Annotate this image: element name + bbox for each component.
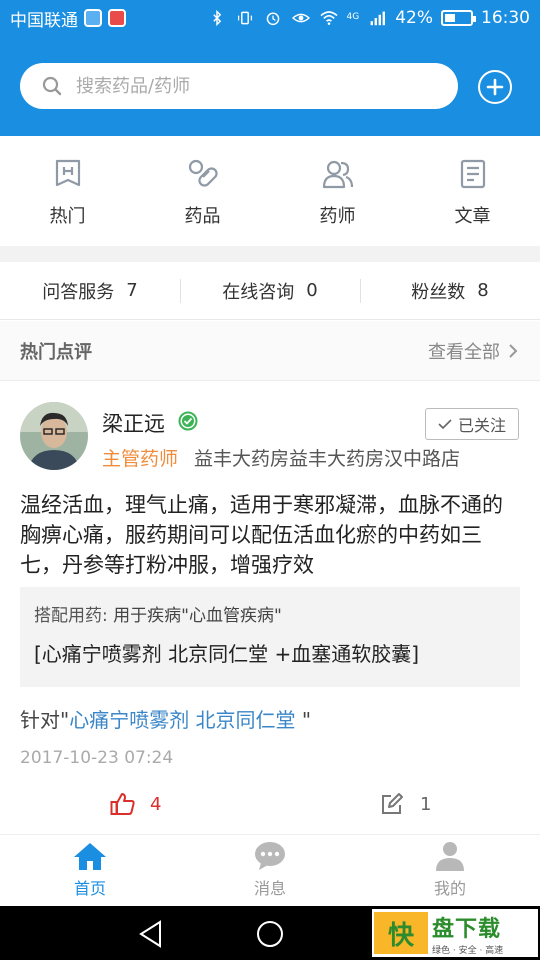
battery-percent: 42%	[395, 8, 433, 28]
follow-label: 已关注	[457, 416, 506, 435]
user-photo-icon	[20, 402, 88, 470]
tab-label: 消息	[253, 879, 286, 898]
section-divider	[0, 246, 540, 262]
like-count: 4	[150, 793, 162, 815]
check-icon	[438, 419, 452, 430]
network-type: 4G	[346, 12, 360, 22]
follow-button[interactable]: 已关注	[425, 408, 519, 440]
post-time: 2017-10-23 07:24	[20, 748, 174, 768]
combo-label: 搭配用药:	[34, 606, 108, 626]
signal-icon	[370, 11, 386, 26]
carrier-label: 中国联通	[10, 10, 78, 31]
category-article[interactable]: 文章	[405, 136, 540, 246]
app-header	[0, 36, 540, 136]
watermark-title: 盘下载	[432, 916, 502, 942]
category-pharmacist[interactable]: 药师	[270, 136, 405, 246]
section-title: 热门点评	[20, 341, 92, 363]
stat-count: 0	[306, 280, 318, 301]
watermark-logo: 快 盘下载 绿色 · 安全 · 高速	[372, 909, 538, 957]
category-nav: 热门 药品 药师 文章	[0, 136, 540, 246]
bottom-tab-bar: 首页 消息 我的	[0, 834, 540, 906]
combo-drugs: [心痛宁喷雾剂 北京同仁堂 +血塞通软胶囊]	[34, 642, 420, 666]
user-store: 益丰大药房益丰大药房汉中路店	[194, 448, 461, 470]
tab-profile[interactable]: 我的	[360, 835, 540, 906]
hot-reviews-header: 热门点评 查看全部	[0, 321, 540, 381]
comment-count: 1	[420, 793, 432, 815]
status-bar: 中国联通 4G 42% 16:30	[0, 0, 540, 36]
search-box[interactable]	[20, 63, 458, 109]
status-time: 16:30	[481, 8, 530, 28]
category-label: 热门	[49, 206, 86, 227]
vibrate-icon	[237, 11, 252, 25]
battery-icon	[441, 10, 476, 26]
plus-icon	[486, 78, 504, 96]
target-drug-link[interactable]: 心痛宁喷雾剂 北京同仁堂	[69, 708, 295, 732]
stat-qa-service[interactable]: 问答服务 7	[0, 262, 180, 319]
stat-fans[interactable]: 粉丝数 8	[360, 262, 540, 319]
pill-icon	[188, 159, 218, 187]
stat-label: 在线咨询	[222, 281, 295, 303]
watermark-tagline: 绿色 · 安全 · 高速	[432, 945, 504, 956]
tab-label: 首页	[73, 879, 106, 898]
home-icon	[74, 843, 106, 870]
target-prefix: 针对"	[20, 708, 70, 732]
chevron-right-icon	[509, 343, 518, 358]
search-input[interactable]	[76, 75, 406, 97]
alarm-icon	[266, 12, 279, 26]
message-notification-icon	[108, 9, 126, 27]
stat-online-consult[interactable]: 在线咨询 0	[180, 262, 360, 319]
view-all-link[interactable]: 查看全部	[428, 338, 518, 364]
user-name[interactable]: 梁正远	[102, 408, 165, 438]
watermark-badge: 快	[374, 912, 428, 954]
view-all-label: 查看全部	[428, 341, 500, 363]
thumbs-up-icon	[110, 793, 135, 815]
bluetooth-icon	[212, 10, 221, 26]
tab-home[interactable]: 首页	[0, 835, 180, 906]
stat-label: 问答服务	[42, 281, 115, 303]
search-icon	[42, 76, 62, 96]
like-button[interactable]: 4	[110, 792, 161, 816]
verified-icon	[178, 411, 198, 431]
category-medicine[interactable]: 药品	[135, 136, 270, 246]
category-label: 药师	[319, 206, 356, 227]
people-icon	[322, 160, 353, 189]
user-role: 主管药师	[102, 448, 179, 470]
combo-medication-box: 搭配用药: 用于疾病"心血管疾病" [心痛宁喷雾剂 北京同仁堂 +血塞通软胶囊]	[20, 587, 520, 687]
add-button[interactable]	[478, 70, 512, 104]
document-icon	[460, 159, 485, 189]
home-nav-icon[interactable]	[256, 920, 284, 948]
wifi-icon	[319, 11, 338, 25]
combo-line: 搭配用药: 用于疾病"心血管疾病"	[34, 601, 506, 626]
comment-button[interactable]: 1	[380, 792, 431, 816]
tab-label: 我的	[433, 879, 466, 898]
app-notification-icon	[84, 9, 102, 27]
tab-messages[interactable]: 消息	[180, 835, 360, 906]
target-suffix: "	[295, 708, 312, 732]
stat-count: 7	[126, 280, 138, 301]
review-text: 温经活血，理气止痛，适用于寒邪凝滞，血脉不通的胸痹心痛，服药期间可以配伍活血化瘀…	[20, 493, 503, 577]
chat-bubble-icon	[255, 842, 285, 870]
bookmark-h-icon	[55, 159, 80, 187]
stats-bar: 问答服务 7 在线咨询 0 粉丝数 8	[0, 262, 540, 320]
category-label: 药品	[184, 206, 221, 227]
stat-count: 8	[477, 280, 489, 301]
back-icon[interactable]	[138, 920, 164, 948]
eye-icon	[291, 13, 310, 23]
stat-label: 粉丝数	[411, 281, 466, 303]
person-icon	[436, 842, 464, 871]
target-line: 针对"心痛宁喷雾剂 北京同仁堂 "	[20, 704, 311, 733]
avatar[interactable]	[20, 402, 88, 470]
category-hot[interactable]: 热门	[0, 136, 135, 246]
combo-disease: 用于疾病"心血管疾病"	[113, 606, 282, 626]
category-label: 文章	[454, 206, 491, 227]
edit-icon	[382, 793, 403, 814]
